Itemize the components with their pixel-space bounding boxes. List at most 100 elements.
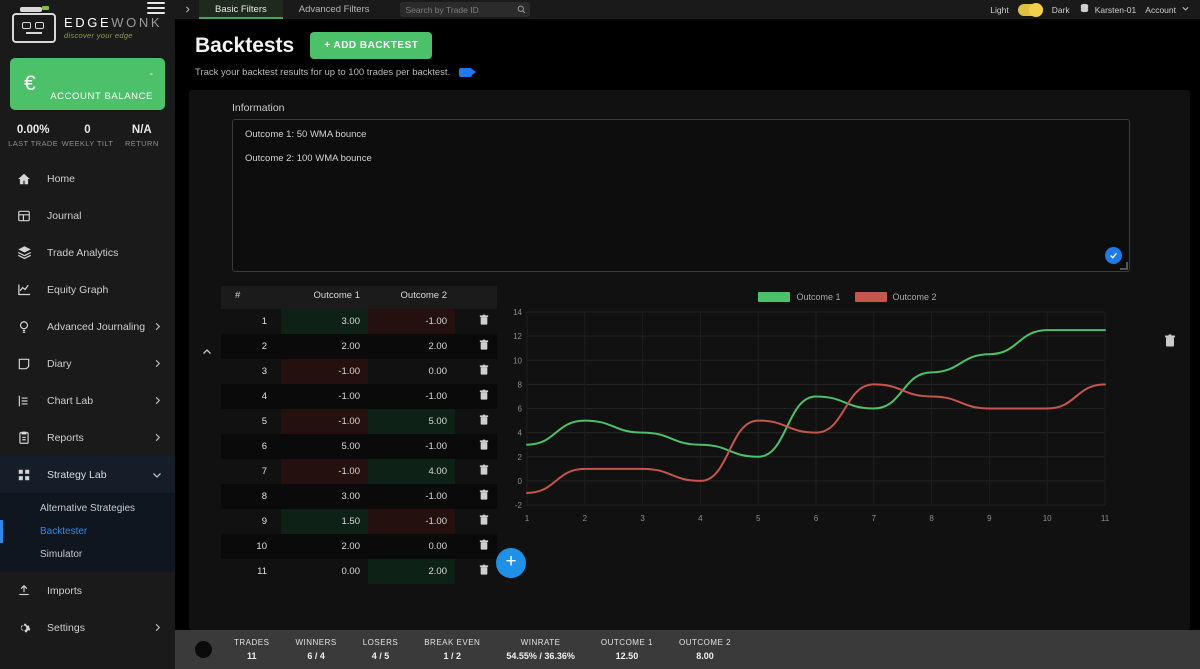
cell-outcome1[interactable]: 1.50 xyxy=(281,509,368,534)
backtest-table: # Outcome 1 Outcome 2 13.00-1.0022.002.0… xyxy=(221,286,497,584)
account-balance-card[interactable]: € - ACCOUNT BALANCE xyxy=(10,58,165,110)
trash-icon[interactable] xyxy=(479,489,489,504)
tab-basic-filters[interactable]: Basic Filters xyxy=(199,0,283,19)
delete-chart-button[interactable] xyxy=(1164,334,1176,353)
cell-outcome2[interactable]: 5.00 xyxy=(368,409,455,434)
collapse-backtest-toggle[interactable] xyxy=(193,286,221,584)
row-index: 10 xyxy=(221,534,281,559)
reports-icon xyxy=(14,429,34,447)
sidebar-item-label: Imports xyxy=(47,585,163,597)
chart-lab-icon xyxy=(14,392,34,410)
cell-outcome1[interactable]: 5.00 xyxy=(281,434,368,459)
cell-outcome1[interactable]: -1.00 xyxy=(281,359,368,384)
legend-item-outcome2[interactable]: Outcome 2 xyxy=(855,292,937,302)
strategy-lab-icon xyxy=(14,466,34,484)
table-body: 13.00-1.0022.002.003-1.000.004-1.00-1.00… xyxy=(221,309,497,584)
trash-icon[interactable] xyxy=(479,389,489,404)
trash-icon[interactable] xyxy=(479,414,489,429)
chart-legend: Outcome 1 Outcome 2 xyxy=(505,286,1190,302)
sidebar-item-imports[interactable]: Imports xyxy=(0,572,175,609)
cell-outcome1[interactable]: -1.00 xyxy=(281,409,368,434)
sidebar-item-equity-graph[interactable]: Equity Graph xyxy=(0,271,175,308)
diary-icon xyxy=(14,355,34,373)
cell-outcome1[interactable]: 2.00 xyxy=(281,334,368,359)
legend-item-outcome1[interactable]: Outcome 1 xyxy=(758,292,840,302)
cell-outcome2[interactable]: 4.00 xyxy=(368,459,455,484)
legend-swatch xyxy=(855,292,887,302)
resize-handle[interactable] xyxy=(1120,262,1128,270)
footer-stat-value: 1 / 2 xyxy=(424,651,480,661)
row-index: 9 xyxy=(221,509,281,534)
stat-label: RETURN xyxy=(115,139,169,148)
trash-icon[interactable] xyxy=(479,339,489,354)
sidebar-item-label: Home xyxy=(47,173,163,185)
sidebar-item-label: Diary xyxy=(47,358,152,370)
subtitle-row: Track your backtest results for up to 10… xyxy=(195,67,1200,78)
cell-outcome2[interactable]: -1.00 xyxy=(368,309,455,334)
sidebar-subitem-backtester[interactable]: Backtester xyxy=(0,520,175,543)
sidebar-item-trade-analytics[interactable]: Trade Analytics xyxy=(0,234,175,271)
cell-outcome2[interactable]: 0.00 xyxy=(368,534,455,559)
cell-outcome2[interactable]: 0.00 xyxy=(368,359,455,384)
cell-outcome1[interactable]: -1.00 xyxy=(281,459,368,484)
trash-icon[interactable] xyxy=(479,564,489,579)
footer-stats-bar: TRADES 11 WINNERS 6 / 4 LOSERS 4 / 5 BRE… xyxy=(175,630,1200,669)
trash-icon[interactable] xyxy=(479,539,489,554)
information-textarea[interactable]: Outcome 1: 50 WMA bounce Outcome 2: 100 … xyxy=(232,119,1130,272)
column-header-delete xyxy=(455,286,497,309)
footer-stat-value: 11 xyxy=(234,651,269,661)
trash-icon[interactable] xyxy=(479,514,489,529)
cell-outcome2[interactable]: -1.00 xyxy=(368,484,455,509)
cell-outcome1[interactable]: 3.00 xyxy=(281,309,368,334)
sidebar-subitem-simulator[interactable]: Simulator xyxy=(0,543,175,566)
trash-icon[interactable] xyxy=(479,364,489,379)
svg-text:4: 4 xyxy=(698,514,703,523)
sidebar-item-diary[interactable]: Diary xyxy=(0,345,175,382)
footer-stat-value: 12.50 xyxy=(601,651,653,661)
cell-outcome2[interactable]: 2.00 xyxy=(368,334,455,359)
cell-outcome1[interactable]: 2.00 xyxy=(281,534,368,559)
stat-last-trade: 0.00% LAST TRADE xyxy=(6,124,60,148)
trash-icon[interactable] xyxy=(479,314,489,329)
sidebar-item-strategy-lab[interactable]: Strategy Lab xyxy=(0,456,175,493)
footer-stat-label: OUTCOME 1 xyxy=(601,638,653,647)
add-row-button[interactable]: + xyxy=(496,548,526,578)
sidebar-item-settings[interactable]: Settings xyxy=(0,609,175,646)
account-menu[interactable]: Account xyxy=(1145,4,1190,15)
search-box[interactable] xyxy=(400,2,530,17)
trash-icon[interactable] xyxy=(479,464,489,479)
search-input[interactable] xyxy=(406,5,517,15)
sidebar-collapse-toggle[interactable] xyxy=(175,0,199,19)
add-backtest-button[interactable]: + ADD BACKTEST xyxy=(310,32,432,59)
svg-text:3: 3 xyxy=(640,514,645,523)
cell-outcome2[interactable]: 2.00 xyxy=(368,559,455,584)
trash-icon[interactable] xyxy=(479,439,489,454)
sidebar-item-advanced-journaling[interactable]: Advanced Journaling xyxy=(0,308,175,345)
cell-outcome2[interactable]: -1.00 xyxy=(368,384,455,409)
sidebar-item-label: Advanced Journaling xyxy=(47,321,152,333)
cell-outcome1[interactable]: -1.00 xyxy=(281,384,368,409)
table-row: 13.00-1.00 xyxy=(221,309,497,334)
footer-stat-label: WINRATE xyxy=(506,638,575,647)
account-selector[interactable]: Karsten-01 xyxy=(1079,3,1137,16)
cell-outcome1[interactable]: 3.00 xyxy=(281,484,368,509)
svg-text:8: 8 xyxy=(518,380,523,389)
sidebar-item-reports[interactable]: Reports xyxy=(0,419,175,456)
sidebar-subitem-alternative-strategies[interactable]: Alternative Strategies xyxy=(0,497,175,520)
svg-text:2: 2 xyxy=(518,453,523,462)
cell-outcome1[interactable]: 0.00 xyxy=(281,559,368,584)
svg-text:12: 12 xyxy=(513,332,522,341)
video-tutorial-icon[interactable] xyxy=(459,68,472,77)
sidebar-item-journal[interactable]: Journal xyxy=(0,197,175,234)
chart-area: Outcome 1 Outcome 2 -2024681012141234567… xyxy=(497,286,1190,584)
sidebar-item-chart-lab[interactable]: Chart Lab xyxy=(0,382,175,419)
tab-advanced-filters[interactable]: Advanced Filters xyxy=(283,0,386,19)
cell-outcome2[interactable]: -1.00 xyxy=(368,434,455,459)
cell-outcome2[interactable]: -1.00 xyxy=(368,509,455,534)
theme-toggle[interactable] xyxy=(1018,4,1043,16)
sidebar-item-home[interactable]: Home xyxy=(0,160,175,197)
stat-weekly-tilt: 0 WEEKLY TILT xyxy=(60,124,114,148)
hamburger-menu-icon[interactable] xyxy=(147,2,165,16)
footer-stat-value: 4 / 5 xyxy=(363,651,398,661)
footer-stat-break-even: BREAK EVEN 1 / 2 xyxy=(424,638,480,661)
